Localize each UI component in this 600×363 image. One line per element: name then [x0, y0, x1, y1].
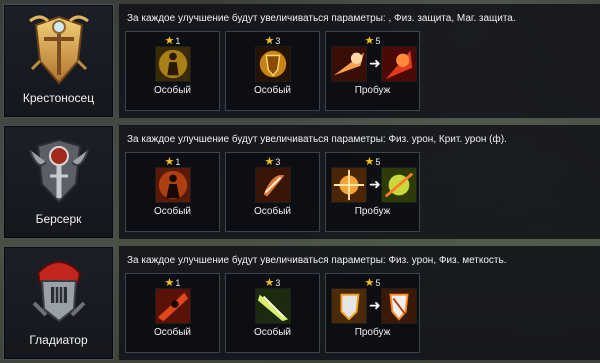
rage-silhouette-icon	[155, 167, 191, 203]
skill-tier-3[interactable]: ★3 Особый	[225, 31, 320, 111]
class-name: Берсерк	[35, 212, 82, 226]
upgrade-info-panel: За каждое улучшение будут увеличиваться …	[119, 4, 600, 118]
arrow-right-icon: ➜	[369, 55, 381, 71]
explosive-strike-icon	[331, 167, 367, 203]
class-row-crusader: Крестоносец За каждое улучшение будут ув…	[0, 4, 600, 118]
arrow-right-icon: ➜	[369, 176, 381, 192]
class-name: Гладиатор	[29, 333, 88, 347]
star-count: 1	[175, 36, 181, 46]
skill-label: Особый	[254, 85, 291, 96]
skill-tier-1[interactable]: ★1 Особый	[125, 273, 220, 353]
skill-label: Особый	[154, 206, 191, 217]
star-count: 5	[375, 157, 381, 167]
star-count: 3	[275, 278, 281, 288]
fire-charge-icon	[331, 46, 367, 82]
star-count: 1	[175, 278, 181, 288]
class-card[interactable]: Берсерк	[3, 125, 114, 239]
skill-tier-3[interactable]: ★3 Особый	[225, 273, 320, 353]
skill-tier-1[interactable]: ★1 Особый	[125, 31, 220, 111]
star-count: 5	[375, 278, 381, 288]
skill-tier-1[interactable]: ★1 Особый	[125, 152, 220, 232]
golden-aura-figure-icon	[155, 46, 191, 82]
class-row-gladiator: Гладиатор За каждое улучшение будут увел…	[0, 246, 600, 360]
shield-shatter-icon	[331, 288, 367, 324]
class-card[interactable]: Крестоносец	[3, 4, 114, 118]
class-card[interactable]: Гладиатор	[3, 246, 114, 360]
skill-label: Пробуж	[354, 206, 391, 217]
skill-label: Особый	[254, 327, 291, 338]
blade-slash-icon	[255, 167, 291, 203]
skill-label: Особый	[154, 327, 191, 338]
upgrade-description: За каждое улучшение будут увеличиваться …	[127, 13, 516, 24]
berserker-axe-emblem-icon	[29, 138, 89, 204]
class-name: Крестоносец	[22, 91, 95, 105]
skill-tier-5-awaken[interactable]: ★5 ➜ Пробуж	[325, 152, 420, 232]
crusader-shield-emblem-icon	[29, 15, 89, 85]
shield-shatter-awaken-icon	[381, 288, 417, 324]
skill-tier-3[interactable]: ★3 Особый	[225, 152, 320, 232]
skill-tier-5-awaken[interactable]: ★5 ➜ Пробуж	[325, 31, 420, 111]
skill-label: Пробуж	[354, 85, 391, 96]
arrow-right-icon: ➜	[369, 297, 381, 313]
class-row-berserker: Берсерк За каждое улучшение будут увелич…	[0, 125, 600, 239]
star-count: 3	[275, 157, 281, 167]
skill-label: Пробуж	[354, 327, 391, 338]
fire-charge-awaken-icon	[381, 46, 417, 82]
upgrade-info-panel: За каждое улучшение будут увеличиваться …	[119, 125, 600, 239]
skill-tier-5-awaken[interactable]: ★5 ➜ Пробуж	[325, 273, 420, 353]
golden-shield-burst-icon	[255, 46, 291, 82]
star-count: 3	[275, 36, 281, 46]
upgrade-description: За каждое улучшение будут увеличиваться …	[127, 134, 507, 145]
explosive-strike-awaken-icon	[381, 167, 417, 203]
light-beam-icon	[255, 288, 291, 324]
star-count: 5	[375, 36, 381, 46]
skill-label: Особый	[254, 206, 291, 217]
skill-label: Особый	[154, 85, 191, 96]
star-count: 1	[175, 157, 181, 167]
dash-strike-icon	[155, 288, 191, 324]
gladiator-helmet-emblem-icon	[32, 261, 86, 323]
upgrade-info-panel: За каждое улучшение будут увеличиваться …	[119, 246, 600, 360]
upgrade-description: За каждое улучшение будут увеличиваться …	[127, 255, 507, 266]
